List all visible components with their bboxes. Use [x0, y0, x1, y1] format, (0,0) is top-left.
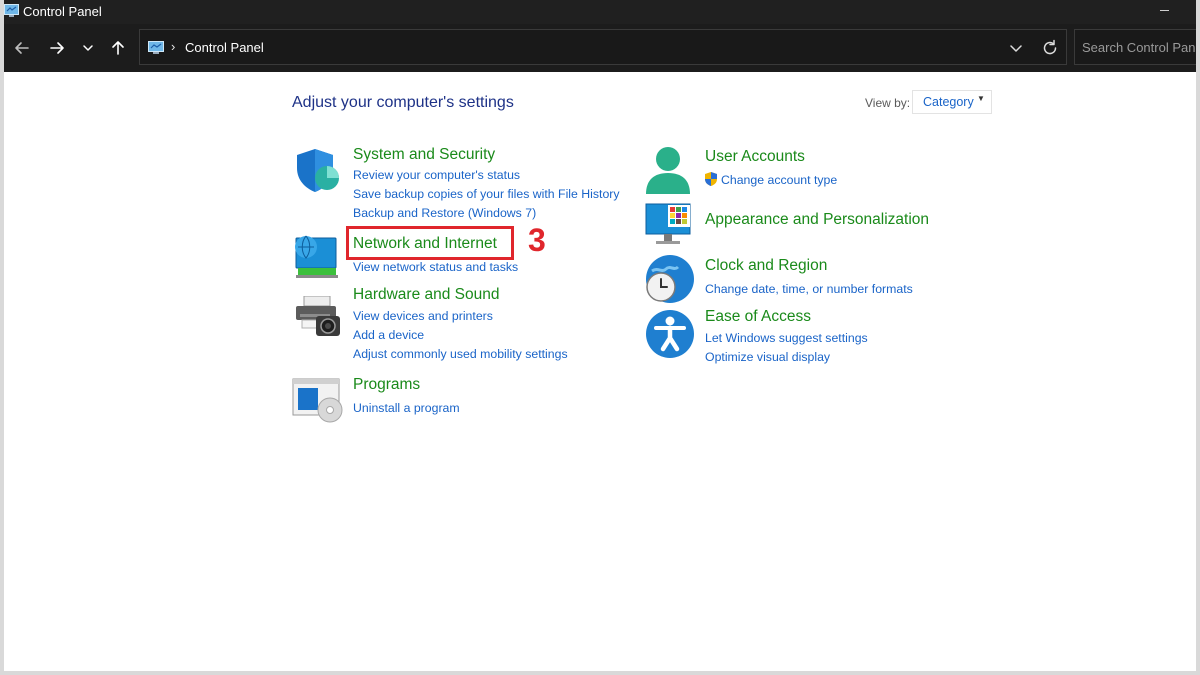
link-uninstall-program[interactable]: Uninstall a program — [353, 401, 460, 415]
forward-button[interactable] — [43, 34, 71, 62]
link-view-devices-printers[interactable]: View devices and printers — [353, 309, 493, 323]
recent-locations-button[interactable] — [74, 34, 102, 62]
link-review-computer-status[interactable]: Review your computer's status — [353, 168, 520, 182]
forward-arrow-icon — [50, 42, 64, 54]
link-view-network-status[interactable]: View network status and tasks — [353, 260, 518, 274]
uac-shield-icon — [705, 172, 717, 186]
category-system-and-security[interactable]: System and Security — [353, 146, 495, 164]
back-button[interactable] — [8, 34, 36, 62]
breadcrumb-control-panel[interactable]: Control Panel — [185, 40, 264, 55]
clock-globe-icon[interactable] — [644, 253, 696, 305]
view-by-label: View by: — [865, 96, 911, 110]
link-change-date-time-formats[interactable]: Change date, time, or number formats — [705, 282, 913, 296]
step-number-annotation: 3 — [528, 222, 546, 258]
category-ease-of-access[interactable]: Ease of Access — [705, 308, 811, 326]
highlight-box — [346, 226, 514, 260]
control-panel-location-icon — [148, 41, 164, 54]
link-change-account-type[interactable]: Change account type — [721, 173, 837, 187]
category-user-accounts[interactable]: User Accounts — [705, 148, 805, 166]
link-windows-suggest-settings[interactable]: Let Windows suggest settings — [705, 331, 868, 345]
minimize-icon — [1160, 10, 1169, 11]
category-hardware-and-sound[interactable]: Hardware and Sound — [353, 286, 500, 304]
ease-of-access-icon[interactable] — [644, 308, 696, 360]
view-by-dropdown[interactable]: Category ▼ — [912, 90, 992, 114]
appearance-monitor-icon[interactable] — [644, 202, 696, 246]
link-mobility-settings[interactable]: Adjust commonly used mobility settings — [353, 347, 568, 361]
address-bar[interactable]: › Control Panel — [139, 29, 1067, 65]
refresh-icon[interactable] — [1039, 37, 1061, 59]
link-add-device[interactable]: Add a device — [353, 328, 424, 342]
network-globe-icon[interactable] — [292, 232, 342, 280]
link-optimize-visual-display[interactable]: Optimize visual display — [705, 350, 830, 364]
up-button[interactable] — [104, 34, 132, 62]
window-title: Control Panel — [23, 4, 102, 19]
back-arrow-icon — [15, 42, 29, 54]
address-dropdown-icon[interactable] — [1006, 38, 1026, 58]
shield-icon[interactable] — [293, 146, 343, 196]
breadcrumb-separator: › — [171, 39, 176, 54]
control-panel-app-icon — [4, 4, 19, 17]
title-bar: Control Panel — [4, 0, 1196, 24]
up-arrow-icon — [112, 41, 124, 55]
minimize-button[interactable] — [1150, 0, 1180, 24]
category-programs[interactable]: Programs — [353, 376, 420, 394]
category-appearance-and-personalization[interactable]: Appearance and Personalization — [705, 211, 929, 229]
chevron-down-icon — [83, 45, 93, 51]
search-input[interactable] — [1074, 29, 1196, 65]
link-file-history-backup[interactable]: Save backup copies of your files with Fi… — [353, 187, 620, 201]
programs-icon[interactable] — [292, 378, 344, 424]
control-panel-window: Control Panel › Control Panel Search Con… — [4, 0, 1196, 671]
link-backup-and-restore[interactable]: Backup and Restore (Windows 7) — [353, 206, 536, 220]
user-accounts-icon[interactable] — [644, 146, 692, 196]
category-clock-and-region[interactable]: Clock and Region — [705, 257, 827, 275]
caret-down-icon: ▼ — [977, 94, 985, 103]
printer-camera-icon[interactable] — [294, 296, 344, 338]
page-title: Adjust your computer's settings — [292, 94, 514, 111]
view-by-value: Category — [923, 95, 974, 109]
navigation-bar: › Control Panel — [4, 24, 1196, 72]
